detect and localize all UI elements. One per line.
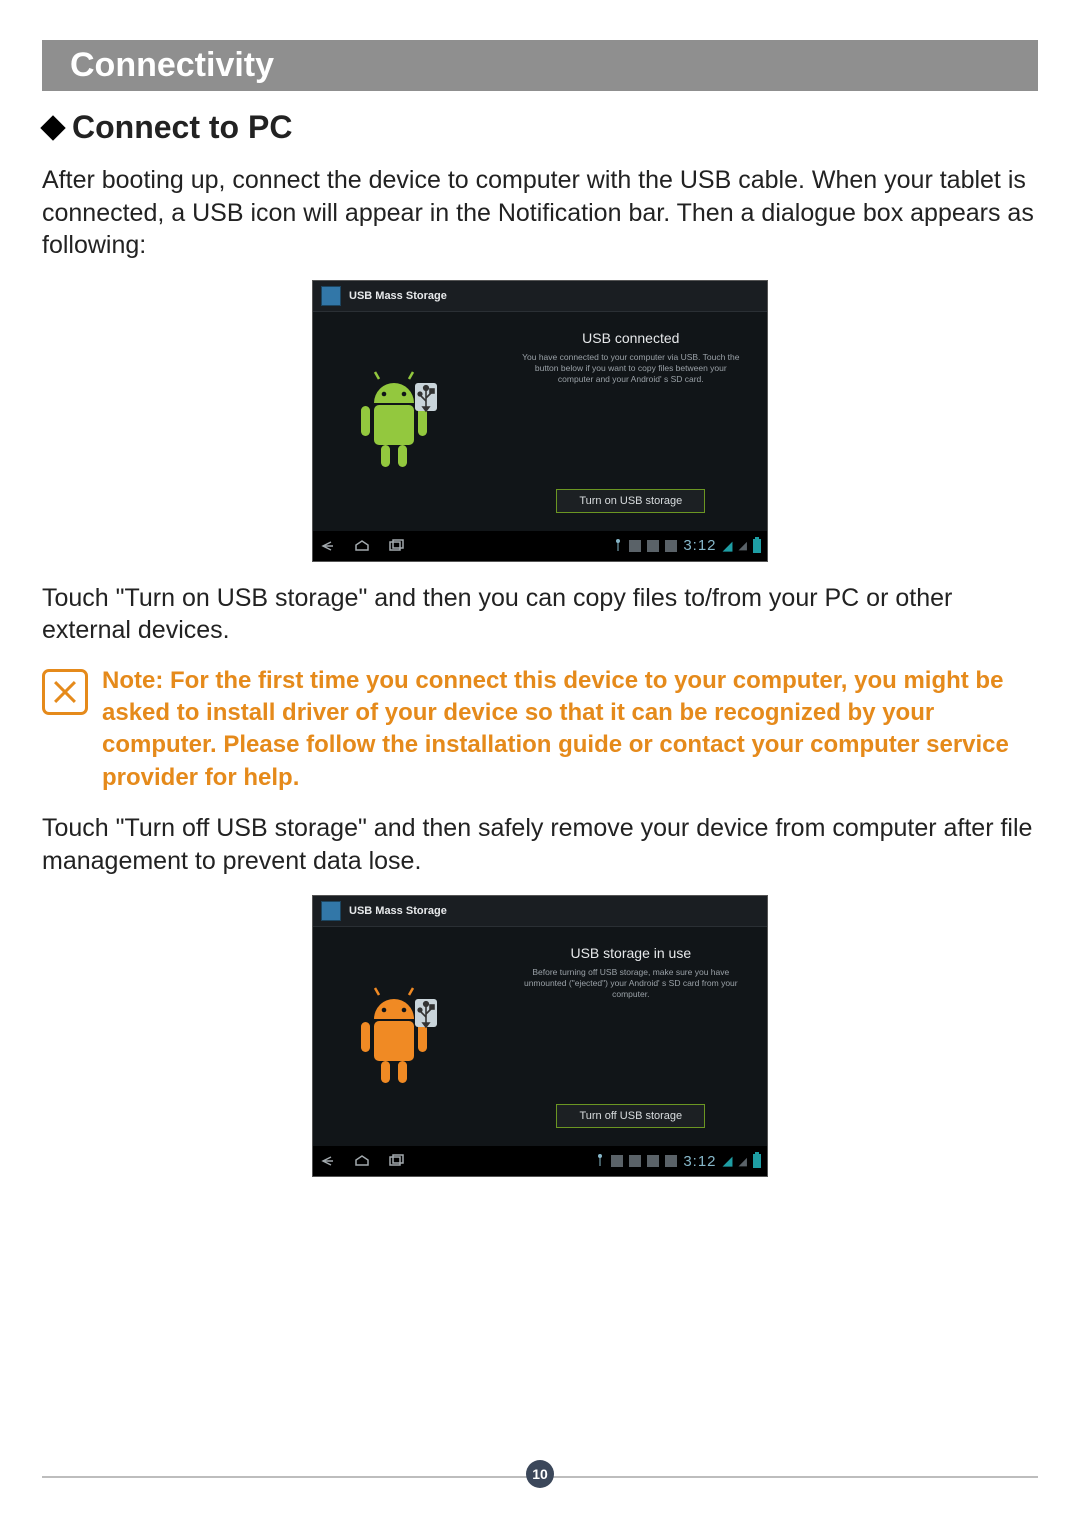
turn-off-usb-storage-button[interactable]: Turn off USB storage	[556, 1104, 705, 1128]
app-icon	[321, 901, 341, 921]
app-icon	[321, 286, 341, 306]
screenshot1-titlebar: USB Mass Storage	[313, 281, 767, 312]
signal-icon: ◢	[739, 539, 747, 552]
status-icon	[629, 540, 641, 552]
section-title-bar: Connectivity	[42, 40, 1038, 91]
recent-apps-icon[interactable]	[387, 539, 405, 553]
section-title-text: Connectivity	[70, 46, 274, 84]
home-icon[interactable]	[353, 1154, 371, 1168]
battery-icon	[753, 539, 761, 553]
clock: 3:12	[683, 1153, 716, 1170]
android-robot-area	[313, 927, 495, 1146]
diamond-bullet-icon	[40, 115, 65, 140]
subheading: Connect to PC	[42, 109, 1038, 146]
paragraph-3: Touch "Turn off USB storage" and then sa…	[42, 812, 1038, 877]
screenshot1-navbar: 3:12 ◢ ◢	[313, 531, 767, 561]
screenshot1-body: You have connected to your computer via …	[521, 352, 741, 385]
wifi-icon: ◢	[723, 538, 733, 554]
turn-on-usb-storage-button[interactable]: Turn on USB storage	[556, 489, 705, 513]
screenshot2-body: Before turning off USB storage, make sur…	[521, 967, 741, 1000]
usb-status-icon	[613, 539, 623, 553]
status-icons: 3:12 ◢ ◢	[595, 1153, 761, 1170]
page-number: 10	[526, 1460, 554, 1488]
battery-icon	[753, 1154, 761, 1168]
home-icon[interactable]	[353, 539, 371, 553]
wifi-icon: ◢	[723, 1153, 733, 1169]
subheading-text: Connect to PC	[72, 109, 292, 145]
screenshot2-titlebar: USB Mass Storage	[313, 896, 767, 927]
signal-icon: ◢	[739, 1155, 747, 1168]
usb-in-use-screenshot: USB Mass Storage	[312, 895, 768, 1177]
status-icon	[665, 540, 677, 552]
screenshot1-title: USB Mass Storage	[349, 290, 447, 302]
usb-connected-screenshot: USB Mass Storage	[312, 280, 768, 562]
usb-status-icon	[595, 1154, 605, 1168]
android-robot-area	[313, 312, 495, 531]
screenshot2-heading: USB storage in use	[570, 945, 691, 961]
note-callout: Note: For the first time you connect thi…	[42, 665, 1038, 795]
recent-apps-icon[interactable]	[387, 1154, 405, 1168]
note-icon	[42, 669, 88, 715]
back-icon[interactable]	[319, 1154, 337, 1168]
note-text: Note: For the first time you connect thi…	[102, 665, 1038, 795]
screenshot1-heading: USB connected	[582, 330, 679, 346]
android-usb-icon	[349, 361, 459, 481]
status-icons: 3:12 ◢ ◢	[613, 537, 761, 554]
status-icon	[629, 1155, 641, 1167]
paragraph-2: Touch "Turn on USB storage" and then you…	[42, 582, 1038, 647]
paragraph-1: After booting up, connect the device to …	[42, 164, 1038, 262]
clock: 3:12	[683, 537, 716, 554]
status-icon	[647, 540, 659, 552]
screenshot2-navbar: 3:12 ◢ ◢	[313, 1146, 767, 1176]
back-icon[interactable]	[319, 539, 337, 553]
status-icon	[611, 1155, 623, 1167]
android-usb-icon	[349, 977, 459, 1097]
status-icon	[665, 1155, 677, 1167]
status-icon	[647, 1155, 659, 1167]
screenshot2-title: USB Mass Storage	[349, 905, 447, 917]
